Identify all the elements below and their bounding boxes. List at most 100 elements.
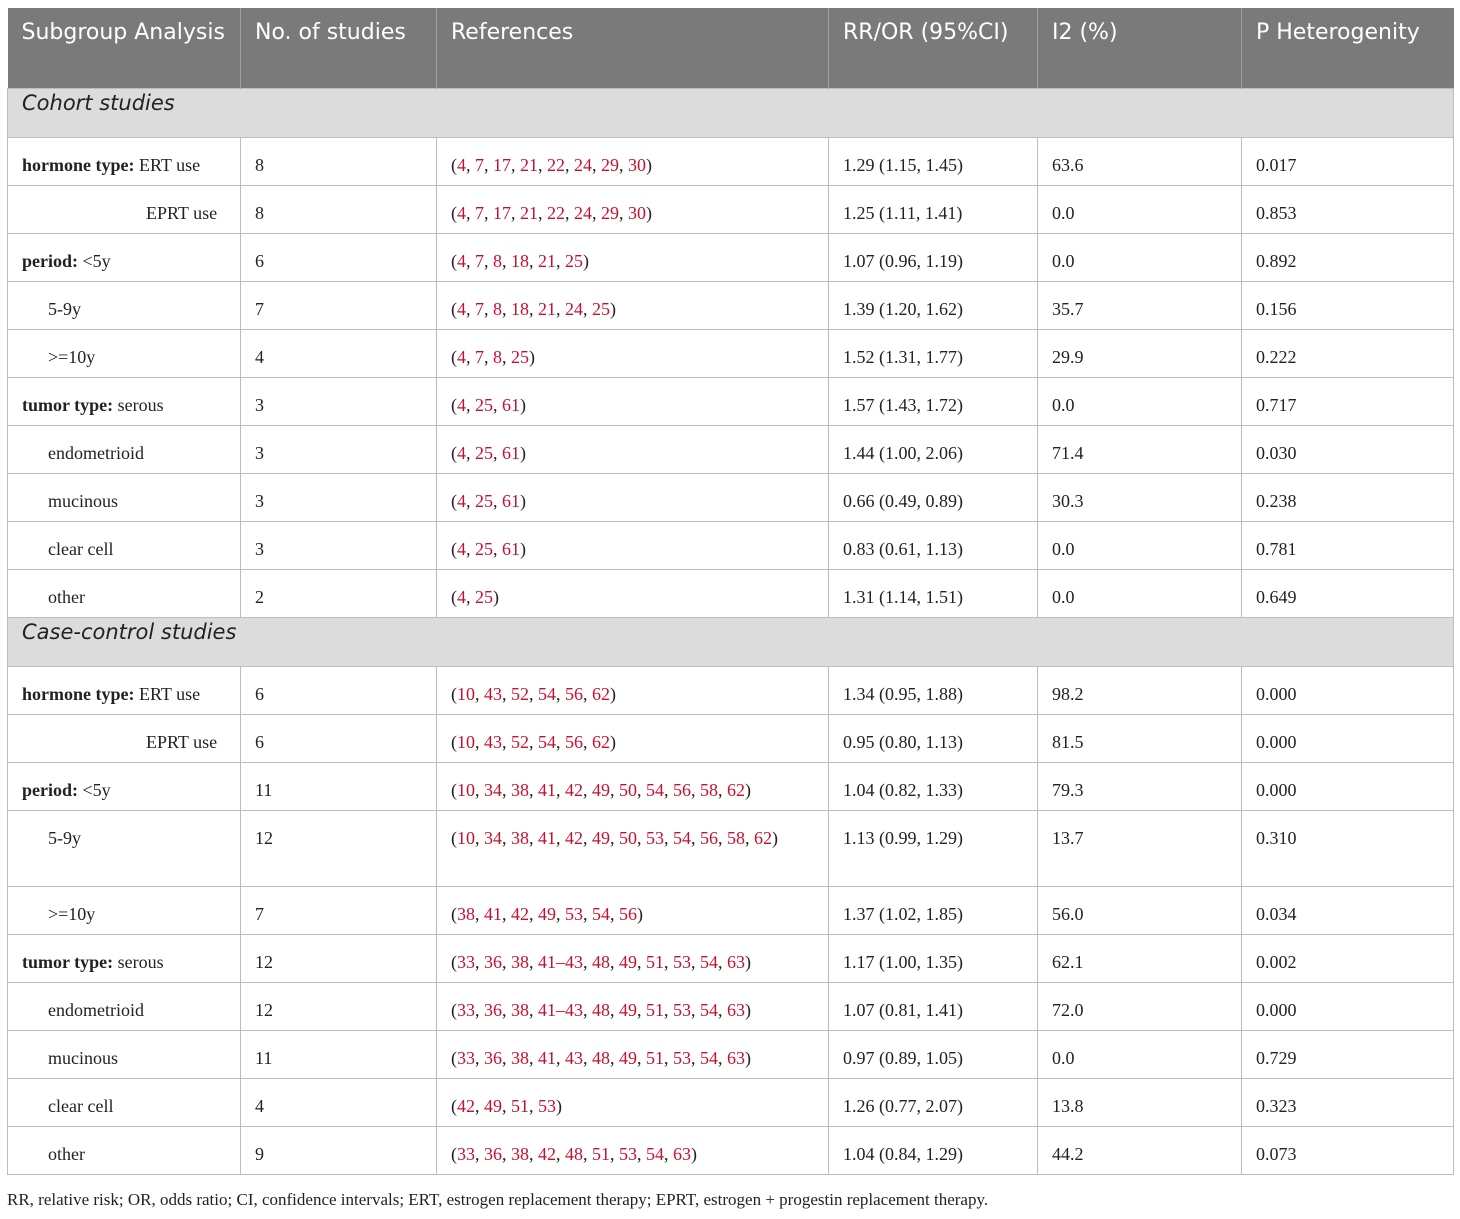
reference-link[interactable]: 51 xyxy=(646,952,664,972)
reference-link[interactable]: 4 xyxy=(457,203,466,223)
reference-link[interactable]: 38 xyxy=(511,780,529,800)
reference-link[interactable]: 25 xyxy=(475,491,493,511)
reference-link[interactable]: 41 xyxy=(538,780,556,800)
reference-link[interactable]: 21 xyxy=(538,251,556,271)
reference-link[interactable]: 54 xyxy=(673,828,691,848)
reference-link[interactable]: 4 xyxy=(457,395,466,415)
reference-link[interactable]: 42 xyxy=(538,1144,556,1164)
reference-link[interactable]: 53 xyxy=(619,1144,637,1164)
reference-link[interactable]: 49 xyxy=(484,1096,502,1116)
reference-link[interactable]: 49 xyxy=(538,904,556,924)
reference-link[interactable]: 8 xyxy=(493,251,502,271)
reference-link[interactable]: 54 xyxy=(592,904,610,924)
reference-link[interactable]: 4 xyxy=(457,155,466,175)
reference-link[interactable]: 58 xyxy=(700,780,718,800)
reference-link[interactable]: 41 xyxy=(538,828,556,848)
reference-link[interactable]: 24 xyxy=(565,299,583,319)
reference-link[interactable]: 51 xyxy=(646,1000,664,1020)
reference-link[interactable]: 33 xyxy=(457,1000,475,1020)
reference-link[interactable]: 54 xyxy=(538,684,556,704)
reference-link[interactable]: 53 xyxy=(673,952,691,972)
reference-link[interactable]: 33 xyxy=(457,1048,475,1068)
reference-link[interactable]: 18 xyxy=(511,299,529,319)
reference-link[interactable]: 48 xyxy=(592,1048,610,1068)
reference-link[interactable]: 34 xyxy=(484,780,502,800)
reference-link[interactable]: 4 xyxy=(457,251,466,271)
reference-link[interactable]: 52 xyxy=(511,684,529,704)
reference-link[interactable]: 10 xyxy=(457,828,475,848)
reference-link[interactable]: 38 xyxy=(511,1000,529,1020)
reference-link[interactable]: 7 xyxy=(475,251,484,271)
reference-link[interactable]: 29 xyxy=(601,155,619,175)
reference-link[interactable]: 25 xyxy=(475,443,493,463)
reference-link[interactable]: 18 xyxy=(511,251,529,271)
reference-link[interactable]: 4 xyxy=(457,491,466,511)
reference-link[interactable]: 21 xyxy=(538,299,556,319)
reference-link[interactable]: 7 xyxy=(475,299,484,319)
reference-link[interactable]: 8 xyxy=(493,299,502,319)
reference-link[interactable]: 4 xyxy=(457,587,466,607)
reference-link[interactable]: 4 xyxy=(457,443,466,463)
reference-link[interactable]: 51 xyxy=(511,1096,529,1116)
reference-link[interactable]: 62 xyxy=(592,684,610,704)
reference-link[interactable]: 4 xyxy=(457,539,466,559)
reference-link[interactable]: 61 xyxy=(502,395,520,415)
reference-link[interactable]: 48 xyxy=(565,1144,583,1164)
reference-link[interactable]: 21 xyxy=(520,203,538,223)
reference-link[interactable]: 41–43 xyxy=(538,1000,583,1020)
reference-link[interactable]: 7 xyxy=(475,347,484,367)
reference-link[interactable]: 62 xyxy=(592,732,610,752)
reference-link[interactable]: 63 xyxy=(673,1144,691,1164)
reference-link[interactable]: 56 xyxy=(673,780,691,800)
reference-link[interactable]: 41 xyxy=(538,1048,556,1068)
reference-link[interactable]: 49 xyxy=(592,828,610,848)
reference-link[interactable]: 25 xyxy=(475,395,493,415)
reference-link[interactable]: 62 xyxy=(754,828,772,848)
reference-link[interactable]: 49 xyxy=(619,1000,637,1020)
reference-link[interactable]: 25 xyxy=(475,539,493,559)
reference-link[interactable]: 51 xyxy=(646,1048,664,1068)
reference-link[interactable]: 7 xyxy=(475,155,484,175)
reference-link[interactable]: 54 xyxy=(646,780,664,800)
reference-link[interactable]: 42 xyxy=(457,1096,475,1116)
reference-link[interactable]: 25 xyxy=(511,347,529,367)
reference-link[interactable]: 10 xyxy=(457,732,475,752)
reference-link[interactable]: 29 xyxy=(601,203,619,223)
reference-link[interactable]: 51 xyxy=(592,1144,610,1164)
reference-link[interactable]: 54 xyxy=(700,952,718,972)
reference-link[interactable]: 56 xyxy=(700,828,718,848)
reference-link[interactable]: 63 xyxy=(727,1048,745,1068)
reference-link[interactable]: 54 xyxy=(700,1000,718,1020)
reference-link[interactable]: 42 xyxy=(511,904,529,924)
reference-link[interactable]: 17 xyxy=(493,203,511,223)
reference-link[interactable]: 49 xyxy=(592,780,610,800)
reference-link[interactable]: 25 xyxy=(475,587,493,607)
reference-link[interactable]: 49 xyxy=(619,952,637,972)
reference-link[interactable]: 24 xyxy=(574,203,592,223)
reference-link[interactable]: 8 xyxy=(493,347,502,367)
reference-link[interactable]: 36 xyxy=(484,952,502,972)
reference-link[interactable]: 41 xyxy=(484,904,502,924)
reference-link[interactable]: 61 xyxy=(502,443,520,463)
reference-link[interactable]: 25 xyxy=(565,251,583,271)
reference-link[interactable]: 48 xyxy=(592,952,610,972)
reference-link[interactable]: 42 xyxy=(565,780,583,800)
reference-link[interactable]: 34 xyxy=(484,828,502,848)
reference-link[interactable]: 61 xyxy=(502,491,520,511)
reference-link[interactable]: 43 xyxy=(565,1048,583,1068)
reference-link[interactable]: 56 xyxy=(565,684,583,704)
reference-link[interactable]: 33 xyxy=(457,1144,475,1164)
reference-link[interactable]: 24 xyxy=(574,155,592,175)
reference-link[interactable]: 38 xyxy=(511,1048,529,1068)
reference-link[interactable]: 56 xyxy=(565,732,583,752)
reference-link[interactable]: 36 xyxy=(484,1048,502,1068)
reference-link[interactable]: 62 xyxy=(727,780,745,800)
reference-link[interactable]: 30 xyxy=(628,155,646,175)
reference-link[interactable]: 30 xyxy=(628,203,646,223)
reference-link[interactable]: 61 xyxy=(502,539,520,559)
reference-link[interactable]: 48 xyxy=(592,1000,610,1020)
reference-link[interactable]: 42 xyxy=(565,828,583,848)
reference-link[interactable]: 38 xyxy=(511,952,529,972)
reference-link[interactable]: 53 xyxy=(565,904,583,924)
reference-link[interactable]: 43 xyxy=(484,684,502,704)
